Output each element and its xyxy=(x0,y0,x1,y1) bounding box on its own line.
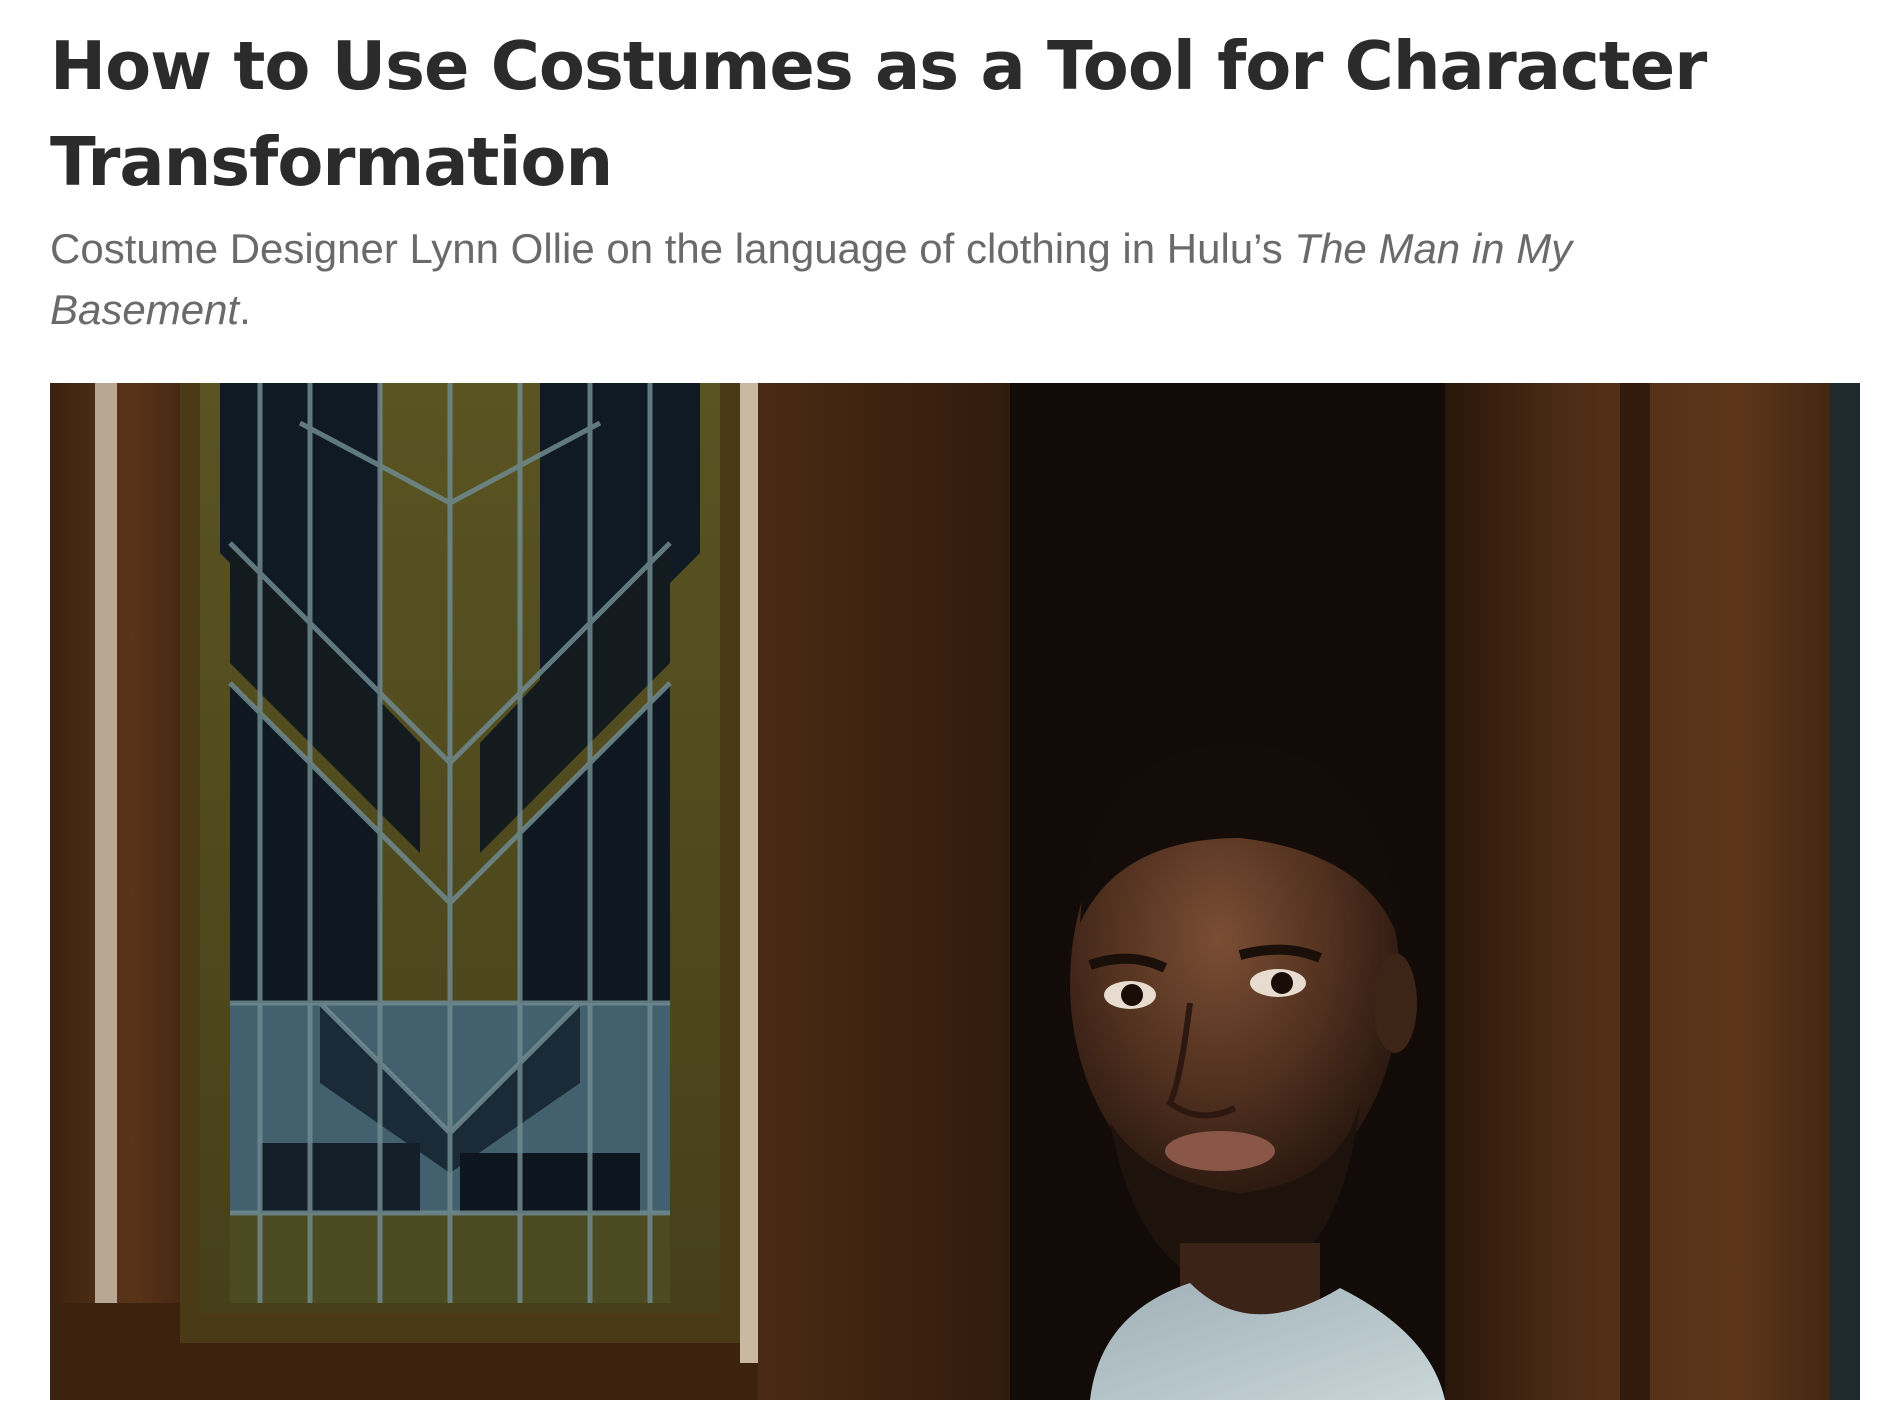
article-header: How to Use Costumes as a Tool for Charac… xyxy=(50,0,1860,340)
dek-text: Costume Designer Lynn Ollie on the langu… xyxy=(50,225,1295,272)
article-subheading: Costume Designer Lynn Ollie on the langu… xyxy=(50,218,1750,340)
hero-illustration xyxy=(50,383,1860,1400)
hero-image xyxy=(50,383,1860,1400)
dek-text-end: . xyxy=(239,286,251,333)
article-headline: How to Use Costumes as a Tool for Charac… xyxy=(50,27,1707,201)
